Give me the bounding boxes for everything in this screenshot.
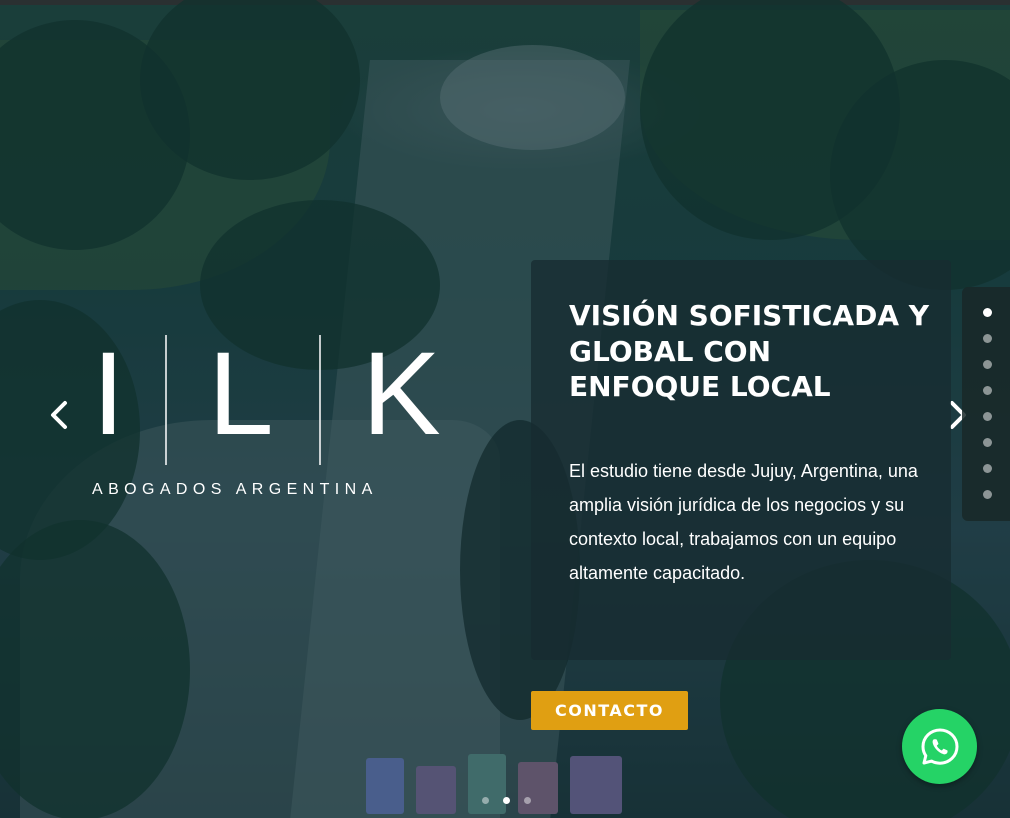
logo-letter-k: K xyxy=(362,328,441,460)
whatsapp-icon xyxy=(921,728,958,765)
side-nav-dot[interactable] xyxy=(983,464,992,473)
logo-subtitle: ABOGADOS ARGENTINA xyxy=(92,481,378,498)
side-nav-dot[interactable] xyxy=(983,490,992,499)
logo-letters: I L K xyxy=(92,335,452,465)
side-nav-dot[interactable] xyxy=(983,334,992,343)
hero-slider: I L K ABOGADOS ARGENTINA VISIÓN SOFISTIC… xyxy=(0,0,1010,818)
side-nav-dot[interactable] xyxy=(983,386,992,395)
logo-letter-i: I xyxy=(92,328,125,460)
slider-dot[interactable] xyxy=(482,797,489,804)
side-nav-dot[interactable] xyxy=(983,308,992,317)
side-slide-nav xyxy=(962,287,1010,521)
slider-prev-button[interactable] xyxy=(40,395,80,435)
logo-letter-l: L xyxy=(208,328,274,460)
side-nav-dot[interactable] xyxy=(983,438,992,447)
slider-dot[interactable] xyxy=(503,797,510,804)
logo-divider xyxy=(319,335,321,465)
whatsapp-button[interactable] xyxy=(902,709,977,784)
side-nav-dot[interactable] xyxy=(983,360,992,369)
logo-divider xyxy=(165,335,167,465)
slider-dot[interactable] xyxy=(524,797,531,804)
slide-description: El estudio tiene desde Jujuy, Argentina,… xyxy=(569,461,918,583)
ilk-logo: I L K ABOGADOS ARGENTINA xyxy=(92,335,452,500)
chevron-left-icon xyxy=(51,401,67,429)
side-nav-dot[interactable] xyxy=(983,412,992,421)
contact-button[interactable]: CONTACTO xyxy=(531,691,688,730)
slide-caption: VISIÓN SOFISTICADA Y GLOBAL CON ENFOQUE … xyxy=(531,260,951,660)
slide-title: VISIÓN SOFISTICADA Y GLOBAL CON ENFOQUE … xyxy=(569,299,930,403)
